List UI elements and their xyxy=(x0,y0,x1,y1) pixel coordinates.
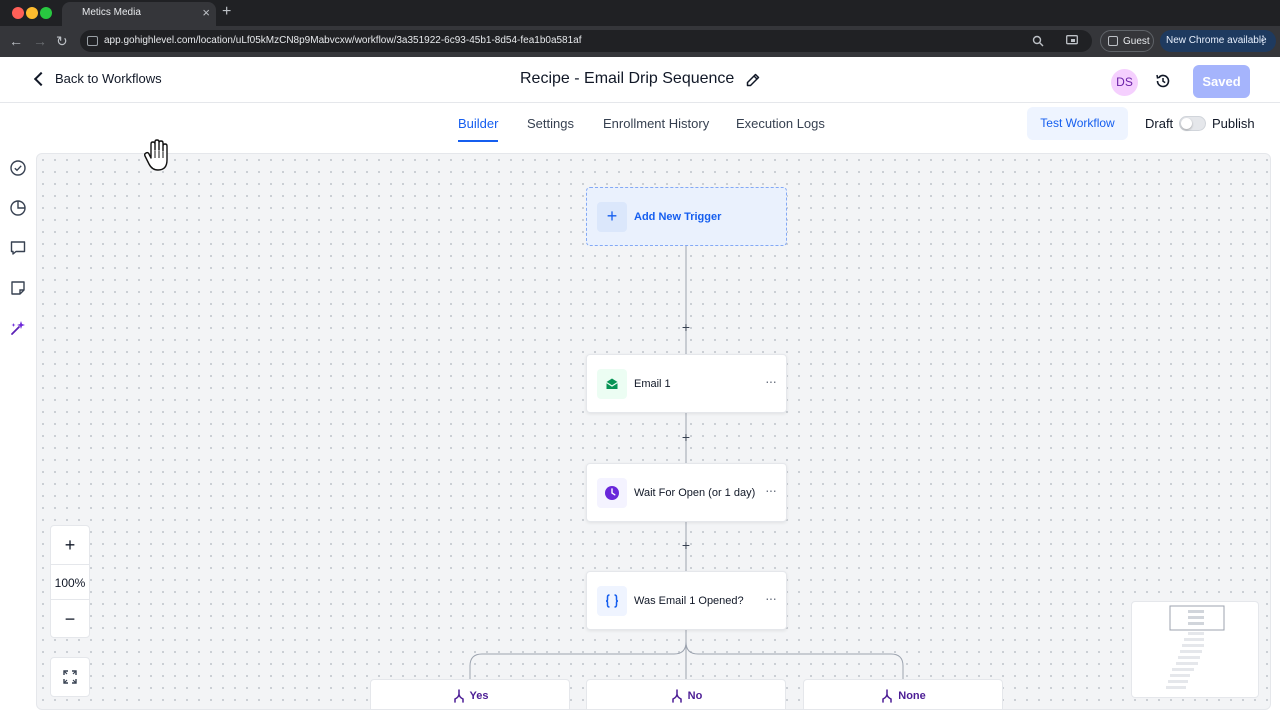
workflow-header: Back to Workflows Recipe - Email Drip Se… xyxy=(0,57,1280,103)
zoom-in-button[interactable]: + xyxy=(51,526,89,564)
back-to-workflows-link[interactable]: Back to Workflows xyxy=(32,71,162,86)
saved-button[interactable]: Saved xyxy=(1193,65,1250,98)
trigger-label: Add New Trigger xyxy=(634,211,722,223)
profile-button[interactable]: Guest xyxy=(1100,30,1154,52)
toggle-knob xyxy=(1181,118,1192,129)
branch-label: None xyxy=(898,690,926,702)
more-options-icon[interactable]: ··· xyxy=(765,590,777,606)
workflow-node-condition[interactable]: Was Email 1 Opened? ··· xyxy=(586,571,787,630)
back-arrow-icon[interactable]: ← xyxy=(9,33,23,49)
draft-label: Draft xyxy=(1145,116,1174,131)
check-circle-icon[interactable] xyxy=(9,159,27,177)
site-settings-icon[interactable] xyxy=(87,36,98,46)
branch-icon xyxy=(882,689,892,703)
expand-icon xyxy=(63,670,77,684)
more-options-icon[interactable]: ··· xyxy=(765,482,777,498)
test-workflow-button[interactable]: Test Workflow xyxy=(1027,107,1128,140)
profile-label: Guest xyxy=(1123,36,1150,47)
branch-icon xyxy=(453,689,464,703)
publish-toggle[interactable] xyxy=(1179,116,1206,131)
tab-close-icon[interactable]: × xyxy=(202,5,210,20)
chrome-menu-icon[interactable]: ⋮ xyxy=(1257,33,1269,47)
sparkles-icon[interactable] xyxy=(9,319,27,337)
browser-tab[interactable]: Metics Media × xyxy=(62,2,216,26)
comment-icon[interactable] xyxy=(9,239,27,257)
more-options-icon[interactable]: ··· xyxy=(765,373,777,389)
plus-icon: + xyxy=(597,202,627,232)
new-tab-icon[interactable]: + xyxy=(222,3,231,21)
branch-label: Yes xyxy=(469,690,489,702)
forward-arrow-icon[interactable]: → xyxy=(33,33,47,49)
branch-no[interactable]: No xyxy=(586,679,786,709)
add-step-button[interactable]: + xyxy=(678,319,694,335)
publish-label: Publish xyxy=(1212,116,1255,131)
zoom-icon[interactable] xyxy=(1032,35,1044,50)
reload-icon[interactable]: ↻ xyxy=(56,33,68,49)
profile-icon xyxy=(1108,36,1118,46)
tab-enrollment-history[interactable]: Enrollment History xyxy=(603,116,709,131)
node-label: Wait For Open (or 1 day) xyxy=(634,487,756,499)
browser-toolbar: ← → ↻ app.gohighlevel.com/location/uLf05… xyxy=(0,26,1280,57)
tab-builder[interactable]: Builder xyxy=(458,116,498,131)
node-label: Was Email 1 Opened? xyxy=(634,595,744,607)
pencil-icon[interactable] xyxy=(745,72,761,88)
add-step-button[interactable]: + xyxy=(678,429,694,445)
minimap-preview xyxy=(1166,605,1225,689)
minimap[interactable] xyxy=(1131,601,1259,698)
history-icon[interactable] xyxy=(1155,73,1171,89)
email-icon xyxy=(597,369,627,399)
workflow-title: Recipe - Email Drip Sequence xyxy=(520,70,735,87)
branch-label: No xyxy=(687,690,703,702)
avatar[interactable]: DS xyxy=(1111,69,1138,96)
zoom-controls: + 100% − xyxy=(50,525,90,638)
workflow-tabs: Builder Settings Enrollment History Exec… xyxy=(0,103,1280,145)
cast-icon[interactable] xyxy=(1066,35,1078,49)
node-label: Email 1 xyxy=(634,378,671,390)
window-close-button[interactable] xyxy=(12,7,24,19)
url-text: app.gohighlevel.com/location/uLf05kMzCN8… xyxy=(104,35,582,46)
window-minimize-button[interactable] xyxy=(26,7,38,19)
chevron-left-icon xyxy=(33,71,49,86)
tab-execution-logs[interactable]: Execution Logs xyxy=(736,116,825,131)
add-step-button[interactable]: + xyxy=(678,537,694,553)
tab-settings[interactable]: Settings xyxy=(527,116,574,131)
branch-yes[interactable]: Yes xyxy=(370,679,570,709)
workflow-canvas[interactable]: + Add New Trigger + Email 1 ··· + Wait F… xyxy=(36,153,1271,710)
active-tab-indicator xyxy=(458,140,498,142)
clock-icon xyxy=(597,478,627,508)
chrome-update-button[interactable]: New Chrome available ⋮ xyxy=(1160,30,1276,52)
zoom-level: 100% xyxy=(51,564,89,600)
branch-none[interactable]: None xyxy=(803,679,1003,709)
zoom-out-button[interactable]: − xyxy=(51,600,89,638)
tab-title: Metics Media xyxy=(82,7,141,18)
update-label: New Chrome available xyxy=(1166,35,1267,46)
fit-view-button[interactable] xyxy=(50,657,90,697)
note-icon[interactable] xyxy=(9,279,27,297)
window-maximize-button[interactable] xyxy=(40,7,52,19)
back-label: Back to Workflows xyxy=(55,71,162,86)
add-new-trigger-node[interactable]: + Add New Trigger xyxy=(586,187,787,246)
browser-tab-bar: Metics Media × + xyxy=(0,0,1280,26)
branch-icon xyxy=(671,689,682,703)
workflow-node-wait[interactable]: Wait For Open (or 1 day) ··· xyxy=(586,463,787,522)
workflow-node-email[interactable]: Email 1 ··· xyxy=(586,354,787,413)
braces-icon xyxy=(597,586,627,616)
address-bar[interactable]: app.gohighlevel.com/location/uLf05kMzCN8… xyxy=(80,30,1092,52)
pie-chart-icon[interactable] xyxy=(9,199,27,217)
